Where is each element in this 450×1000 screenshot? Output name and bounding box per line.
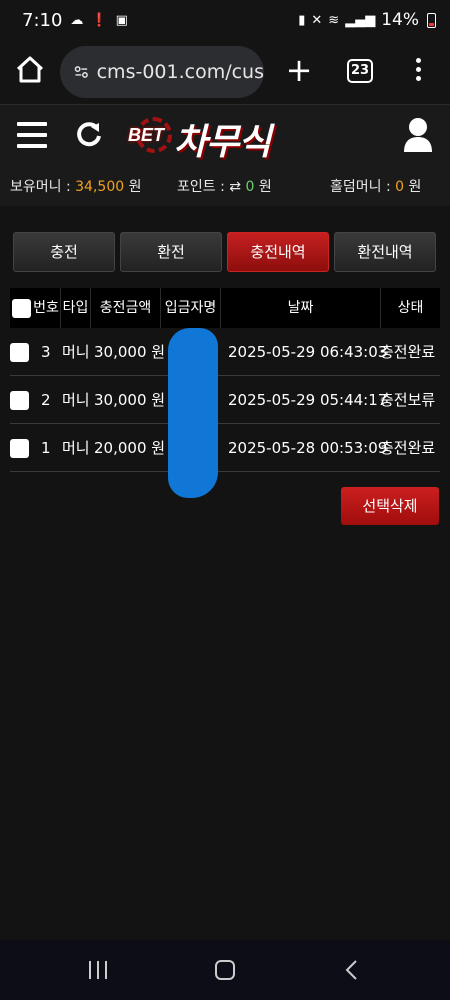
row-status: 충전보류	[380, 391, 436, 409]
more-menu-icon[interactable]	[416, 58, 422, 85]
row-type: 머니	[62, 391, 90, 409]
holdem-label: 홀덤머니 :	[330, 179, 396, 195]
header-no: 번호	[32, 288, 61, 328]
row-no: 2	[41, 391, 51, 409]
money-value: 34,500	[75, 179, 125, 195]
row-date: 2025-05-29 05:44:17	[228, 391, 388, 409]
tab-withdraw[interactable]: 환전	[120, 232, 222, 272]
select-all-cell	[10, 288, 32, 328]
image-icon: ▣	[115, 12, 128, 28]
battery-icon	[427, 12, 436, 28]
header-depositor: 입금자명	[161, 288, 221, 328]
row-date: 2025-05-28 00:53:09	[228, 439, 388, 457]
table-row: 1 머니 20,000 원 2025-05-28 00:53:09 충전완료	[10, 424, 440, 472]
point-convert-icon[interactable]: ⇄	[229, 179, 241, 195]
url-text: cms-001.com/cus	[96, 61, 264, 83]
row-amount: 30,000 원	[94, 343, 166, 361]
row-type: 머니	[62, 439, 90, 457]
back-icon[interactable]	[344, 960, 358, 980]
point-balance: 포인트 : ⇄ 0 원	[177, 176, 272, 196]
table-header: 번호 타입 충전금액 입금자명 날짜 상태	[10, 288, 440, 328]
table-row: 2 머니 30,000 원 2025-05-29 05:44:17 충전보류	[10, 376, 440, 424]
tab-deposit-history[interactable]: 충전내역	[227, 232, 329, 272]
header-type: 타입	[61, 288, 91, 328]
address-bar[interactable]: cms-001.com/cus	[60, 46, 264, 98]
row-amount: 30,000 원	[94, 391, 166, 409]
recent-apps-icon[interactable]	[89, 961, 109, 979]
wifi-icon: ≋	[328, 12, 340, 28]
row-type: 머니	[62, 343, 90, 361]
home-icon[interactable]	[14, 54, 46, 86]
battery-percent: 14%	[381, 10, 419, 30]
delete-selected-button[interactable]: 선택삭제	[341, 487, 439, 525]
hamburger-menu-icon[interactable]	[17, 122, 47, 148]
tab-deposit[interactable]: 충전	[13, 232, 115, 272]
tab-switcher-button[interactable]: 23	[347, 59, 373, 83]
site-logo[interactable]: BET 차무식	[128, 113, 318, 163]
battery-saver-icon: ▮	[298, 12, 306, 28]
user-icon[interactable]	[402, 117, 434, 153]
money-balance: 보유머니 : 34,500 원	[10, 176, 141, 196]
row-status: 충전완료	[380, 343, 436, 361]
new-tab-icon[interactable]: +	[284, 52, 314, 88]
cloud-icon: ☁	[70, 12, 84, 28]
point-unit: 원	[254, 179, 272, 195]
nav-home-icon[interactable]	[215, 960, 235, 980]
system-nav-bar	[0, 940, 450, 1000]
tab-withdraw-history[interactable]: 환전내역	[334, 232, 436, 272]
row-no: 3	[41, 343, 51, 361]
status-bar: 7:10 ☁ ❗ ▣ ▮ ✕ ≋ ▂▄▆ 14%	[0, 0, 450, 40]
redaction-mark	[168, 328, 218, 498]
row-checkbox-cell	[10, 424, 32, 472]
header-amount: 충전금액	[91, 288, 161, 328]
holdem-unit: 원	[404, 179, 422, 195]
clock: 7:10	[22, 9, 63, 31]
header-date: 날짜	[221, 288, 381, 328]
point-label: 포인트 :	[177, 179, 230, 195]
row-date: 2025-05-29 06:43:03	[228, 343, 388, 361]
balance-bar: 보유머니 : 34,500 원 포인트 : ⇄ 0 원 홀덤머니 : 0 원	[0, 164, 450, 206]
holdem-balance: 홀덤머니 : 0 원	[330, 176, 421, 196]
refresh-icon[interactable]	[74, 119, 104, 149]
row-checkbox-cell	[10, 328, 32, 376]
signal-icon: ▂▄▆	[345, 12, 376, 28]
table-row: 3 머니 30,000 원 2025-05-29 06:43:03 충전완료	[10, 328, 440, 376]
header-status: 상태	[397, 300, 424, 316]
site-header: BET 차무식	[0, 104, 450, 164]
mute-icon: ✕	[311, 12, 323, 28]
row-amount: 20,000 원	[94, 439, 166, 457]
row-status: 충전완료	[380, 439, 436, 457]
row-checkbox[interactable]	[10, 439, 29, 458]
row-checkbox[interactable]	[10, 391, 29, 410]
select-all-checkbox[interactable]	[11, 298, 31, 318]
holdem-value: 0	[395, 179, 405, 195]
browser-toolbar: cms-001.com/cus + 23	[0, 40, 450, 104]
site-settings-icon[interactable]	[74, 62, 89, 82]
money-unit: 원	[124, 179, 142, 195]
logo-text: 차무식	[174, 122, 271, 163]
logo-prefix: BET	[128, 125, 164, 145]
money-label: 보유머니 :	[10, 179, 76, 195]
alert-icon: ❗	[91, 12, 108, 28]
row-checkbox[interactable]	[10, 343, 29, 362]
row-no: 1	[41, 439, 51, 457]
row-checkbox-cell	[10, 376, 32, 424]
